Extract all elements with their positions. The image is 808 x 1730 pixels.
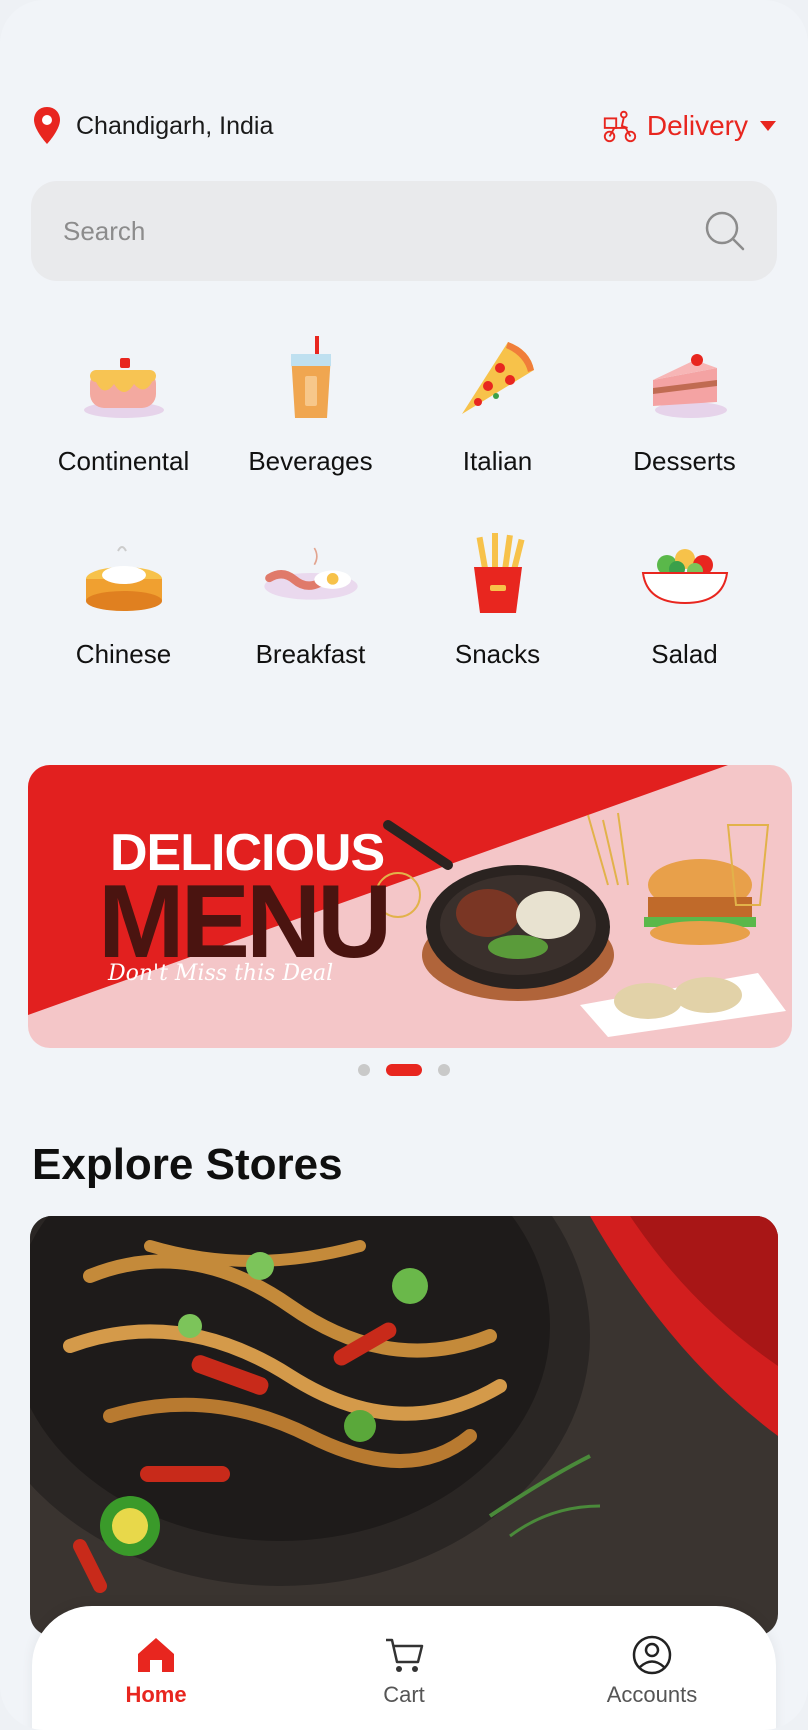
cake-icon	[652, 354, 727, 418]
pizza-icon	[461, 342, 534, 414]
dumpling-icon	[85, 546, 162, 611]
store-card[interactable]	[30, 1216, 778, 1636]
home-icon	[138, 1638, 174, 1672]
category-label: Snacks	[454, 639, 541, 669]
account-icon	[632, 1635, 672, 1675]
bacon-egg-icon	[263, 547, 358, 600]
cart-icon	[386, 1638, 424, 1672]
category-snacks[interactable]: Snacks	[404, 523, 591, 670]
category-beverages[interactable]: Beverages	[217, 330, 404, 477]
fries-icon	[473, 533, 525, 613]
category-italian[interactable]: Italian	[404, 330, 591, 477]
category-label: Breakfast	[255, 639, 366, 669]
salad-icon	[641, 549, 728, 605]
app-screen: Chandigarh, India Delivery Search Contin…	[0, 0, 808, 1730]
nav-cart[interactable]: Cart	[314, 1634, 494, 1708]
top-bar: Chandigarh, India Delivery	[32, 104, 776, 148]
carousel-dot-active[interactable]	[386, 1064, 422, 1076]
category-salad[interactable]: Salad	[591, 523, 778, 670]
store-image	[30, 1216, 778, 1636]
carousel-dot[interactable]	[438, 1064, 450, 1076]
category-continental[interactable]: Continental	[30, 330, 217, 477]
category-breakfast[interactable]: Breakfast	[217, 523, 404, 670]
category-label: Italian	[462, 446, 533, 476]
delivery-label: Delivery	[646, 110, 748, 141]
carousel-dot[interactable]	[358, 1064, 370, 1076]
chevron-down-icon	[760, 121, 776, 131]
section-title: Explore Stores	[32, 1140, 343, 1189]
pancake-icon	[83, 358, 164, 418]
search-bar[interactable]	[31, 181, 777, 281]
nav-accounts[interactable]: Accounts	[562, 1634, 742, 1708]
category-desserts[interactable]: Desserts	[591, 330, 778, 477]
category-label: Chinese	[75, 639, 172, 669]
bottom-navigation: Home Cart Accounts	[32, 1606, 776, 1730]
carousel-indicator	[0, 1064, 808, 1076]
category-label: Beverages	[248, 446, 373, 476]
nav-label: Home	[125, 1682, 187, 1707]
category-chinese[interactable]: Chinese	[30, 523, 217, 670]
scooter-icon	[603, 110, 637, 143]
delivery-mode-dropdown[interactable]: Delivery	[601, 107, 776, 145]
search-input[interactable]	[61, 214, 625, 248]
location-text: Chandigarh, India	[76, 111, 274, 140]
nav-label: Cart	[383, 1682, 425, 1707]
promo-banner[interactable]: DELICIOUS MENU Don't Miss this Deal	[28, 765, 792, 1048]
category-label: Desserts	[633, 446, 736, 476]
search-icon[interactable]	[703, 209, 747, 253]
drink-icon	[290, 336, 331, 418]
nav-label: Accounts	[606, 1682, 698, 1707]
banner-subtitle: Don't Miss this Deal	[108, 961, 334, 986]
map-pin-icon	[34, 107, 60, 144]
category-grid: Continental Beverages Italian Desserts C…	[30, 330, 778, 670]
category-label: Salad	[651, 639, 718, 669]
category-label: Continental	[57, 446, 190, 476]
nav-home[interactable]: Home	[66, 1634, 246, 1708]
location-selector[interactable]: Chandigarh, India	[32, 106, 273, 146]
